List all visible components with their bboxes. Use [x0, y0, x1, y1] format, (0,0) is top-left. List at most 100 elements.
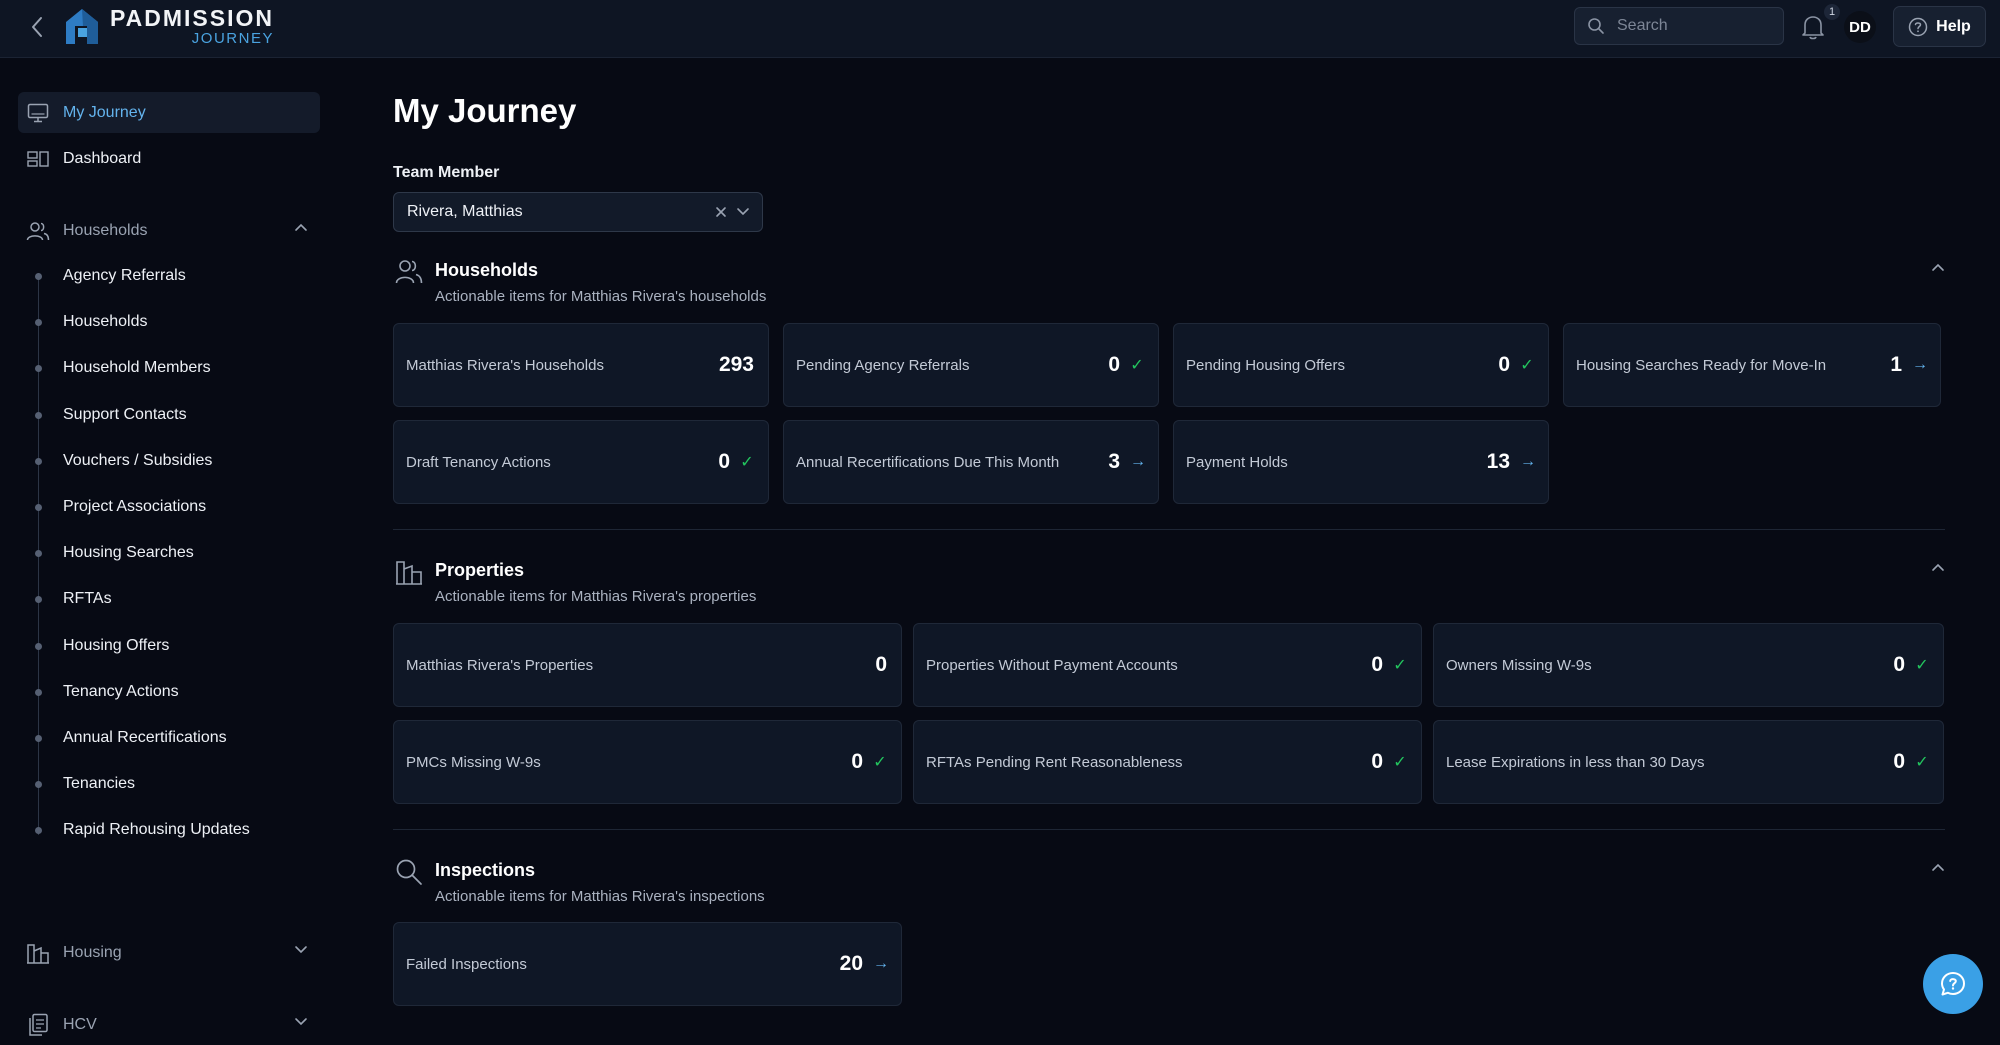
card-label: Housing Searches Ready for Move-In	[1576, 356, 1827, 374]
card-payment-holds[interactable]: Payment Holds 13 →	[1173, 420, 1549, 504]
sidebar-item-housing-searches[interactable]: Housing Searches	[63, 541, 194, 565]
section-subtitle: Actionable items for Matthias Rivera's p…	[435, 588, 757, 605]
check-icon: ✓	[1393, 754, 1407, 771]
card-value-group: 3 →	[1108, 450, 1146, 474]
help-button[interactable]: Help	[1893, 6, 1986, 47]
help-circle-icon	[1908, 17, 1928, 36]
card-matthias-rivera-s-properties[interactable]: Matthias Rivera's Properties 0	[393, 623, 902, 707]
chevron-left-icon	[32, 17, 42, 37]
section-subtitle: Actionable items for Matthias Rivera's i…	[435, 888, 765, 905]
sidebar-item-agency-referrals[interactable]: Agency Referrals	[63, 264, 186, 288]
sidebar-group-hcv[interactable]: HCV	[18, 1004, 320, 1045]
card-count: 3	[1108, 450, 1120, 473]
top-bar: PADMISSION JOURNEY 1 DD Help	[0, 0, 2000, 58]
check-icon: ✓	[1520, 357, 1534, 374]
sidebar-item-rapid-rehousing-updates[interactable]: Rapid Rehousing Updates	[63, 818, 250, 842]
check-icon: ✓	[873, 754, 887, 771]
arrow-right-icon: →	[1130, 453, 1146, 470]
house-logo-icon	[66, 9, 98, 44]
card-value-group: 0 ✓	[1371, 750, 1407, 774]
card-pending-agency-referrals[interactable]: Pending Agency Referrals 0 ✓	[783, 323, 1159, 407]
card-value-group: 20 →	[840, 952, 889, 976]
card-pmcs-missing-w-9s[interactable]: PMCs Missing W-9s 0 ✓	[393, 720, 902, 804]
card-owners-missing-w-9s[interactable]: Owners Missing W-9s 0 ✓	[1433, 623, 1944, 707]
clear-icon[interactable]	[714, 205, 728, 219]
sidebar-item-my-journey[interactable]: My Journey	[18, 92, 320, 133]
section-divider	[393, 529, 1945, 530]
chevron-up-icon	[295, 223, 307, 231]
sidebar-item-tenancies[interactable]: Tenancies	[63, 772, 135, 796]
card-value-group: 293	[719, 353, 754, 377]
team-member-label: Team Member	[393, 164, 500, 181]
chat-support-button[interactable]	[1923, 954, 1983, 1014]
card-value-group: 0 ✓	[851, 750, 887, 774]
sidebar-item-annual-recertifications[interactable]: Annual Recertifications	[63, 726, 227, 750]
card-housing-searches-ready-for-move-in[interactable]: Housing Searches Ready for Move-In 1 →	[1563, 323, 1941, 407]
search-icon	[1588, 18, 1604, 34]
sidebar-tree-dot	[35, 735, 42, 742]
sidebar: My Journey Dashboard Households Agency R…	[0, 58, 340, 1036]
card-count: 0	[1371, 653, 1383, 676]
sidebar-item-rftas[interactable]: RFTAs	[63, 587, 112, 611]
sidebar-item-households[interactable]: Households	[63, 310, 148, 334]
card-pending-housing-offers[interactable]: Pending Housing Offers 0 ✓	[1173, 323, 1549, 407]
sidebar-item-vouchers-subsidies[interactable]: Vouchers / Subsidies	[63, 449, 212, 473]
sidebar-item-label: My Journey	[63, 103, 146, 121]
card-count: 0	[1371, 750, 1383, 773]
arrow-right-icon: →	[1520, 453, 1536, 470]
chevron-down-icon[interactable]	[736, 206, 750, 216]
card-label: Draft Tenancy Actions	[406, 453, 551, 471]
back-button[interactable]	[24, 14, 50, 40]
search-input[interactable]	[1615, 16, 1769, 36]
card-draft-tenancy-actions[interactable]: Draft Tenancy Actions 0 ✓	[393, 420, 769, 504]
card-value-group: 13 →	[1486, 450, 1536, 474]
card-matthias-rivera-s-households[interactable]: Matthias Rivera's Households 293	[393, 323, 769, 407]
search-box[interactable]	[1574, 7, 1784, 45]
section-title: Inspections	[435, 860, 536, 880]
sidebar-item-tenancy-actions[interactable]: Tenancy Actions	[63, 680, 179, 704]
sidebar-item-household-members[interactable]: Household Members	[63, 356, 211, 380]
card-count: 1	[1890, 353, 1902, 376]
card-value-group: 0 ✓	[1371, 653, 1407, 677]
sidebar-tree-dot	[35, 642, 42, 650]
card-count: 0	[851, 750, 863, 773]
card-value-group: 0 ✓	[1893, 750, 1929, 774]
check-icon: ✓	[1915, 657, 1929, 674]
brand-logo[interactable]: PADMISSION JOURNEY	[62, 6, 274, 46]
card-annual-recertifications-due-this-month[interactable]: Annual Recertifications Due This Month 3 →	[783, 420, 1159, 504]
collapse-inspections-button[interactable]	[1931, 862, 1945, 872]
sidebar-item-housing-offers[interactable]: Housing Offers	[63, 634, 169, 658]
section-inspections-header: Inspections Actionable items for Matthia…	[393, 858, 1945, 914]
card-label: PMCs Missing W-9s	[406, 753, 541, 771]
card-label: Properties Without Payment Accounts	[926, 656, 1178, 674]
card-value-group: 1 →	[1890, 353, 1928, 377]
section-subtitle: Actionable items for Matthias Rivera's h…	[435, 288, 767, 305]
card-properties-without-payment-accounts[interactable]: Properties Without Payment Accounts 0 ✓	[913, 623, 1422, 707]
card-rftas-pending-rent-reasonableness[interactable]: RFTAs Pending Rent Reasonableness 0 ✓	[913, 720, 1422, 804]
card-count: 13	[1486, 450, 1510, 473]
sidebar-tree-dot	[35, 596, 42, 604]
card-lease-expirations-in-less-than-30-days[interactable]: Lease Expirations in less than 30 Days 0 ✓	[1433, 720, 1944, 804]
sidebar-group-label: HCV	[63, 1015, 97, 1033]
sidebar-item-support-contacts[interactable]: Support Contacts	[63, 403, 187, 427]
card-label: Matthias Rivera's Properties	[406, 656, 594, 674]
chevron-down-icon	[295, 946, 307, 954]
sidebar-item-project-associations[interactable]: Project Associations	[63, 495, 206, 519]
card-value-group: 0 ✓	[1893, 653, 1929, 677]
collapse-properties-button[interactable]	[1931, 562, 1945, 572]
collapse-households-button[interactable]	[1931, 262, 1945, 272]
card-label: Lease Expirations in less than 30 Days	[1446, 753, 1705, 771]
card-failed-inspections[interactable]: Failed Inspections 20 →	[393, 922, 902, 1006]
team-member-select[interactable]: Rivera, Matthias	[393, 192, 763, 232]
magnifier-icon	[396, 859, 422, 885]
sidebar-tree-dot	[35, 504, 42, 511]
card-label: Pending Agency Referrals	[796, 356, 970, 374]
sidebar-group-housing[interactable]: Housing	[18, 932, 320, 973]
sidebar-group-households[interactable]: Households	[18, 210, 320, 251]
avatar[interactable]: DD	[1844, 11, 1876, 43]
bell-icon[interactable]	[1800, 13, 1826, 41]
sidebar-item-dashboard[interactable]: Dashboard	[18, 138, 320, 179]
sidebar-tree-dot	[35, 319, 42, 327]
sidebar-tree-dot	[35, 273, 42, 280]
building-icon	[396, 561, 422, 585]
